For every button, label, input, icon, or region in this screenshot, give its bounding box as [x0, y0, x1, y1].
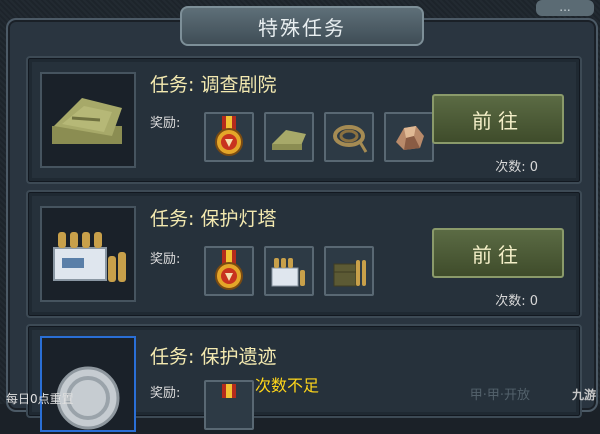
go-button[interactable]: 前往	[432, 228, 564, 278]
toast-message: 次数不足	[255, 376, 320, 395]
reward-slot[interactable]	[204, 246, 254, 296]
reward-label: 奖励:	[150, 116, 181, 131]
reward-label: 奖励:	[150, 386, 181, 401]
window-title: 特殊任务	[180, 6, 424, 46]
go-button[interactable]: 前往	[432, 94, 564, 144]
faded-text: 甲·甲·开放	[469, 388, 530, 403]
brand-watermark: 九游	[571, 388, 596, 402]
reward-slot[interactable]	[204, 380, 254, 430]
reward-slot[interactable]	[324, 246, 374, 296]
medal-icon	[222, 384, 236, 398]
task-title: 任务: 调查剧院	[150, 74, 277, 96]
map-icon	[52, 98, 122, 144]
rope-icon	[333, 125, 368, 153]
ammo-crate-icon	[271, 258, 305, 287]
reward-slot[interactable]	[204, 112, 254, 162]
reward-slot[interactable]	[264, 112, 314, 162]
task-icon-frame	[40, 336, 136, 432]
task-icon-frame	[40, 206, 136, 302]
relic-coin-icon	[56, 366, 120, 430]
task-title: 任务: 保护遗迹	[150, 346, 277, 368]
reward-slot[interactable]	[324, 112, 374, 162]
task-icon-frame	[40, 72, 136, 168]
reward-slot[interactable]	[384, 112, 434, 162]
count-text: 次数: 0	[495, 294, 538, 309]
task-card-theater: 任务: 调查剧院 奖励: 前往 次数: 0	[26, 56, 582, 184]
reset-note: 每日0点重置	[6, 392, 74, 406]
ore-icon	[396, 126, 424, 150]
reward-label: 奖励:	[150, 252, 181, 267]
ammo-box-icon	[333, 260, 366, 287]
reward-slot[interactable]	[264, 246, 314, 296]
task-card-lighthouse: 任务: 保护灯塔 奖励: 前往 次数: 0	[26, 190, 582, 318]
more-button[interactable]: ...	[536, 0, 594, 16]
task-title: 任务: 保护灯塔	[150, 208, 277, 230]
medal-icon	[215, 250, 243, 290]
count-text: 次数: 0	[495, 160, 538, 175]
ammo-crate-icon	[53, 232, 126, 282]
medal-icon	[215, 116, 243, 156]
map-icon	[272, 130, 306, 150]
